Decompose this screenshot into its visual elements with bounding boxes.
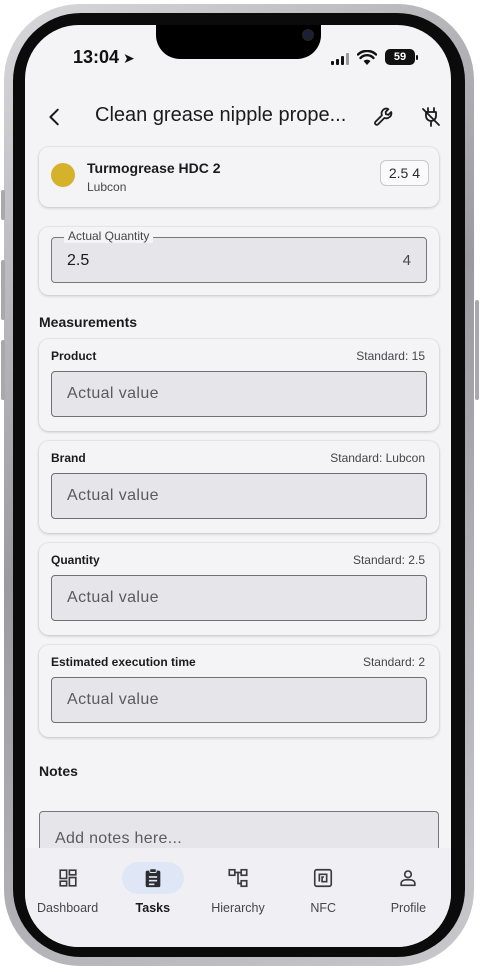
nav-pill [377,862,439,894]
measurement-standard: Standard: 2 [362,655,425,669]
notes-input[interactable] [39,811,439,849]
actual-quantity-label: Actual Quantity [64,229,154,243]
measurement-label: Estimated execution time [51,655,196,669]
action-button [1,190,5,220]
volume-up-button [1,260,5,320]
nav-label-dashboard: Dashboard [37,901,99,915]
quantity-chip: 2.5 4 [379,160,429,186]
battery-level: 59 [393,51,407,63]
status-bar: 13:04 ➤ 59 [25,25,451,89]
task-content: Turmogrease HDC 2 Lubcon 2.5 4 Actual Qu… [25,139,451,849]
actual-quantity-suffix: 4 [402,252,411,269]
unplug-button[interactable] [415,101,447,133]
measurement-card-execution-time: Estimated execution time Standard: 2 [39,645,439,737]
location-arrow-icon: ➤ [123,50,135,66]
measurement-label: Quantity [51,553,100,567]
measurements-heading: Measurements [39,314,138,330]
notes-heading: Notes [39,763,78,779]
nav-item-profile[interactable]: Profile [366,848,451,947]
measurement-card-product: Product Standard: 15 [39,339,439,431]
actual-quantity-card: Actual Quantity 2.5 4 [39,227,439,295]
actual-value-input-product[interactable] [51,371,427,417]
tools-button[interactable] [368,101,400,133]
measurement-card-brand: Brand Standard: Lubcon [39,441,439,533]
nav-label-nfc: NFC [310,901,337,915]
status-time-text: 13:04 [73,47,120,67]
bottom-navigation: Dashboard Tasks Hierarchy NFC Profile [25,848,451,947]
nav-pill-active [121,862,184,894]
measurement-standard: Standard: 2.5 [352,553,425,567]
back-arrow-icon [49,108,59,126]
product-color-dot [51,163,75,187]
hierarchy-icon [228,868,248,888]
unplug-icon [422,107,440,127]
wrench-icon [374,107,393,126]
nav-pill [292,862,354,894]
back-button[interactable] [39,101,71,133]
camera-icon [302,29,314,41]
product-brand: Lubcon [87,180,127,194]
nav-item-hierarchy[interactable]: Hierarchy [195,848,280,947]
nav-label-profile: Profile [390,901,427,915]
app-bar: Clean grease nipple prope... [25,95,451,139]
actual-value-input-brand[interactable] [51,473,427,519]
nfc-icon [314,868,333,888]
product-card[interactable]: Turmogrease HDC 2 Lubcon 2.5 4 [39,147,439,207]
power-button [475,300,479,400]
cellular-signal-icon [331,53,349,65]
measurement-label: Product [51,349,97,363]
nav-item-dashboard[interactable]: Dashboard [25,848,110,947]
nav-pill [37,862,99,894]
nav-label-hierarchy: Hierarchy [211,901,265,915]
actual-value-input-quantity[interactable] [51,575,427,621]
page-title: Clean grease nipple prope... [95,104,345,126]
battery-icon: 59 [385,49,418,65]
screenshot-stage: 13:04 ➤ 59 Clean grease nipple prope... … [0,0,480,972]
actual-quantity-field[interactable]: Actual Quantity 2.5 4 [51,229,427,283]
phone-screen: 13:04 ➤ 59 Clean grease nipple prope... … [25,25,451,947]
dynamic-island [156,25,321,59]
dashboard-icon [58,869,77,887]
actual-quantity-value: 2.5 [67,252,90,269]
measurement-card-quantity: Quantity Standard: 2.5 [39,543,439,635]
status-time: 13:04 ➤ [73,47,135,68]
nav-item-nfc[interactable]: NFC [281,848,366,947]
volume-down-button [1,340,5,400]
product-name: Turmogrease HDC 2 [87,160,221,176]
wifi-icon [357,50,377,65]
person-icon [400,870,417,887]
measurement-standard: Standard: 15 [356,349,425,363]
nav-label-tasks: Tasks [135,901,171,915]
measurement-label: Brand [51,451,86,465]
nav-item-tasks[interactable]: Tasks [110,848,195,947]
clipboard-icon [145,868,161,888]
measurement-standard: Standard: Lubcon [330,451,425,465]
nav-pill [207,862,269,894]
actual-value-input-execution-time[interactable] [51,677,427,723]
